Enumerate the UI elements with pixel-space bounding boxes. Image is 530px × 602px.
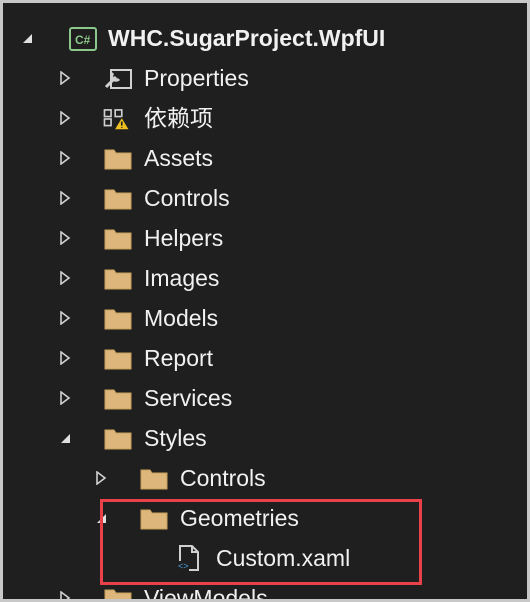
collapsed-arrow-icon[interactable] [58, 311, 72, 325]
folder-icon [104, 189, 132, 210]
tree-node-images[interactable]: Images [3, 258, 527, 298]
tree-node-label: ViewModels [144, 585, 268, 599]
tree-node-label: Properties [144, 65, 249, 91]
properties-wrench-icon [104, 69, 132, 89]
tree-node-styles[interactable]: Styles [3, 418, 527, 458]
collapsed-arrow-icon[interactable] [58, 111, 72, 125]
tree-node-properties[interactable]: Properties [3, 58, 527, 98]
collapsed-arrow-icon[interactable] [58, 151, 72, 165]
expanded-arrow-icon[interactable] [20, 31, 34, 45]
tree-node-label: Helpers [144, 225, 224, 251]
folder-icon [104, 589, 132, 599]
collapsed-arrow-icon[interactable] [58, 391, 72, 405]
tree-node-services[interactable]: Services [3, 378, 527, 418]
folder-icon [104, 429, 132, 450]
folder-icon [104, 309, 132, 330]
folder-icon [104, 149, 132, 170]
collapsed-arrow-icon[interactable] [58, 231, 72, 245]
folder-icon [104, 349, 132, 370]
collapsed-arrow-icon[interactable] [94, 471, 108, 485]
tree-node-controls[interactable]: Controls [3, 178, 527, 218]
tree-node-label: Report [144, 345, 214, 371]
collapsed-arrow-icon[interactable] [58, 351, 72, 365]
tree-node-label: Images [144, 265, 220, 291]
tree-node-project[interactable]: C# WHC.SugarProject.WpfUI [3, 18, 527, 58]
tree-node-styles-controls[interactable]: Controls [3, 458, 527, 498]
solution-explorer-tree: C# WHC.SugarProject.WpfUI Properties 依赖项… [3, 3, 527, 599]
tree-node-label: Models [144, 305, 219, 331]
expanded-arrow-icon[interactable] [58, 431, 72, 445]
tree-node-models[interactable]: Models [3, 298, 527, 338]
tree-node-label: Styles [144, 425, 207, 451]
svg-text:C#: C# [75, 33, 91, 47]
tree-node-label: 依赖项 [144, 105, 213, 131]
collapsed-arrow-icon[interactable] [58, 71, 72, 85]
folder-icon [104, 229, 132, 250]
tree-node-label: Controls [180, 465, 266, 491]
tree-node-label: Services [144, 385, 233, 411]
tree-node-report[interactable]: Report [3, 338, 527, 378]
project-name: WHC.SugarProject.WpfUI [108, 25, 386, 51]
collapsed-arrow-icon[interactable] [58, 591, 72, 599]
folder-icon [140, 469, 168, 490]
tree-node-label: Assets [144, 145, 214, 171]
collapsed-arrow-icon[interactable] [58, 271, 72, 285]
dependencies-warning-icon [103, 109, 130, 131]
highlight-box [100, 499, 422, 585]
tree-node-dependencies[interactable]: 依赖项 [3, 98, 527, 138]
tree-node-label: Controls [144, 185, 230, 211]
csharp-project-icon: C# [69, 27, 97, 51]
tree-node-helpers[interactable]: Helpers [3, 218, 527, 258]
collapsed-arrow-icon[interactable] [58, 191, 72, 205]
folder-icon [104, 389, 132, 410]
tree-node-assets[interactable]: Assets [3, 138, 527, 178]
folder-icon [104, 269, 132, 290]
